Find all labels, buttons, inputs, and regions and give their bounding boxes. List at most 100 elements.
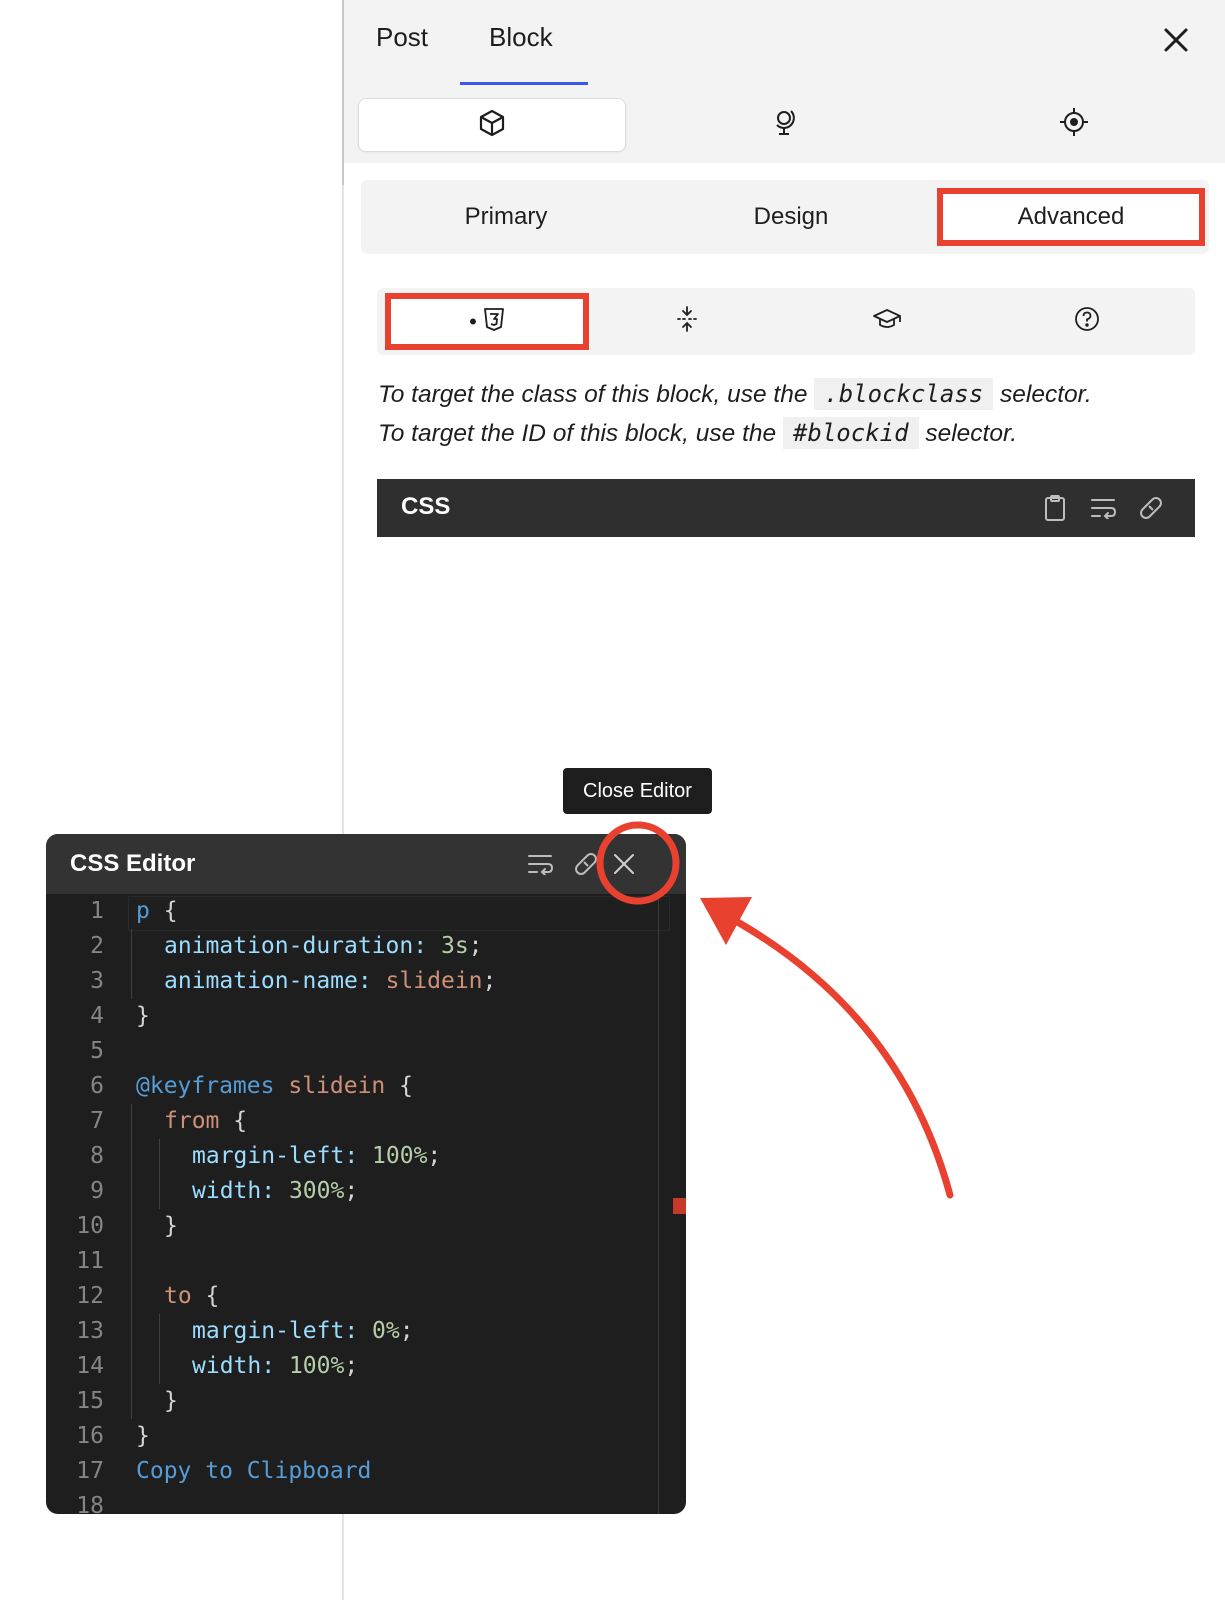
sidebar-header: Post Block [344,0,1225,163]
help-text: To target the ID of this block, use the [378,420,777,447]
tab-block-settings[interactable] [358,98,626,152]
globe-stand-icon [769,106,799,143]
code-token: { [191,1283,220,1309]
close-editor-tooltip: Close Editor [563,768,712,814]
line-number: 4 [90,1003,104,1029]
close-icon[interactable] [1156,20,1196,60]
code-token: 300% [288,1178,345,1204]
tab-block[interactable]: Block [489,22,553,53]
code-area[interactable]: 1 p { 2 animation-duration: 3s; 3 animation… [46,894,686,1514]
code-token: } [136,1423,150,1449]
code-token: { [219,1108,248,1134]
code-token: @keyframes [136,1073,275,1099]
help-line-id: To target the ID of this block, use the … [378,414,1198,453]
css-editor-window: CSS Editor 1 p { 2 animation-duration: 3s;… [46,834,686,1514]
code-token: { [149,898,178,924]
code-line: 1 p { [46,894,686,929]
code-token: } [136,1003,150,1029]
code-line: 18 [46,1489,686,1514]
code-line: 4} [46,999,686,1034]
line-number: 1 [90,898,104,924]
code-token: animation-name: [164,968,372,994]
line-number: 7 [90,1108,104,1134]
cube-icon [477,108,507,143]
css-panel-header: CSS [377,479,1195,537]
code-token: 100% [372,1143,428,1169]
line-number: 12 [76,1283,104,1309]
code-token: width: [192,1353,276,1379]
active-tab-indicator [460,82,588,85]
code-token: } [164,1388,178,1414]
dot-indicator: • [469,308,477,334]
code-token: width: [192,1178,276,1204]
wrap-lines-icon[interactable] [1087,492,1119,524]
code-token: ; [344,1353,359,1379]
bandage-icon[interactable] [570,848,602,880]
code-line: 2 animation-duration: 3s; [46,929,686,964]
code-line: 5 [46,1034,686,1069]
target-icon [1058,106,1090,143]
scrollbar-marker [673,1198,686,1214]
clipboard-icon[interactable] [1039,492,1071,524]
blockclass-code: .blockclass [814,378,994,410]
help-icon [1073,305,1101,338]
code-line: 13 margin-left: 0%; [46,1314,686,1349]
code-line: 3 animation-name: slidein; [46,964,686,999]
line-number: 14 [76,1353,104,1379]
code-line: 10} [46,1209,686,1244]
line-number: 3 [90,968,104,994]
code-line: 14 width: 100%; [46,1349,686,1384]
code-line: 8 margin-left: 100%; [46,1139,686,1174]
blockid-code: #blockid [782,417,919,449]
code-token: slidein [385,968,483,994]
code-token: ; [399,1318,414,1344]
code-token: to [164,1283,192,1309]
line-number: 13 [76,1318,104,1344]
css-panel-title: CSS [401,493,451,520]
settings-segmented-control: Primary Design Advanced [361,180,1209,254]
advanced-subtabs: • [377,288,1195,355]
graduation-cap-icon [872,307,902,336]
code-token: ; [468,933,483,959]
line-number: 15 [76,1388,104,1414]
code-line: 7 from { [46,1104,686,1139]
subtab-help[interactable] [987,288,1187,355]
subtab-spacing[interactable] [587,288,787,355]
code-token: ; [427,1143,442,1169]
help-line-class: To target the class of this block, use t… [378,375,1198,414]
code-token: ; [482,968,497,994]
line-number: 5 [90,1038,104,1064]
code-line: 6 @keyframes slidein { [46,1069,686,1104]
subtab-learn[interactable] [787,288,987,355]
code-token: p [136,898,150,924]
code-token: ; [344,1178,359,1204]
segment-advanced[interactable]: Advanced [937,188,1205,246]
line-number: 16 [76,1423,104,1449]
tab-post[interactable]: Post [376,22,428,53]
code-token: 3s [440,933,469,959]
code-token: } [164,1213,178,1239]
line-number: 2 [90,933,104,959]
segment-primary[interactable]: Primary [361,180,651,254]
code-token: 100% [288,1353,345,1379]
code-line: 15} [46,1384,686,1419]
close-icon [613,846,635,883]
wrap-lines-icon[interactable] [524,848,556,880]
tab-block-target[interactable] [944,98,1204,150]
line-number: 11 [76,1248,104,1274]
code-line: 11 [46,1244,686,1279]
code-token: margin-left: [192,1318,359,1344]
subtab-custom-css[interactable]: • [385,293,589,350]
css-help-text: To target the class of this block, use t… [378,375,1198,453]
code-line: 9 width: 300%; [46,1174,686,1209]
help-text: selector. [1000,381,1092,408]
editor-scroll-track[interactable] [658,894,659,1514]
bandage-icon[interactable] [1135,492,1167,524]
close-editor-button[interactable] [608,848,640,880]
css3-icon [483,307,505,337]
code-line: 17 Copy to Clipboard [46,1454,686,1489]
line-number: 9 [90,1178,104,1204]
code-token: { [385,1073,413,1099]
segment-design[interactable]: Design [651,180,931,254]
tab-block-global[interactable] [654,98,914,150]
